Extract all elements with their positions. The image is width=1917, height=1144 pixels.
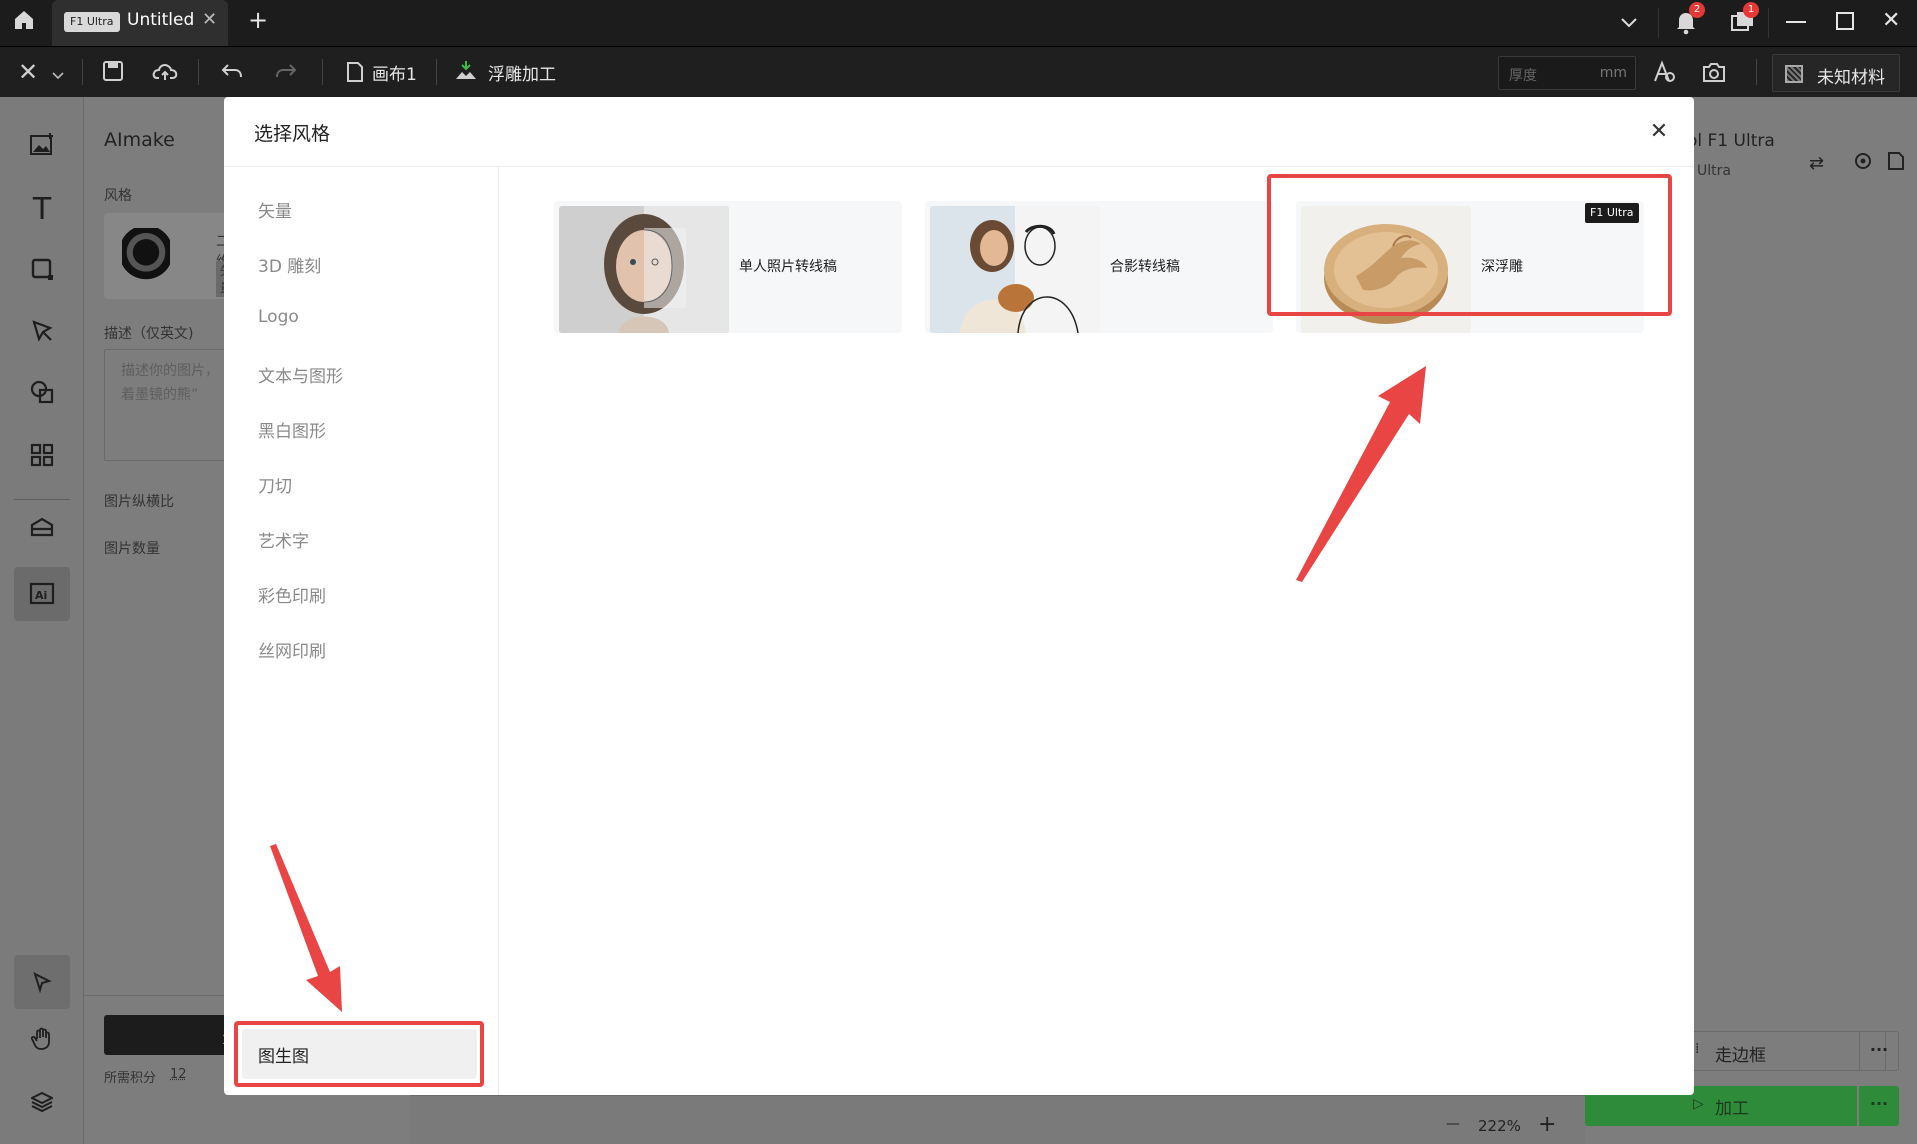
- arrow-to-category: [270, 844, 342, 1012]
- annotation-arrows: [270, 366, 1426, 1012]
- arrow-to-relief-card: [1296, 366, 1426, 582]
